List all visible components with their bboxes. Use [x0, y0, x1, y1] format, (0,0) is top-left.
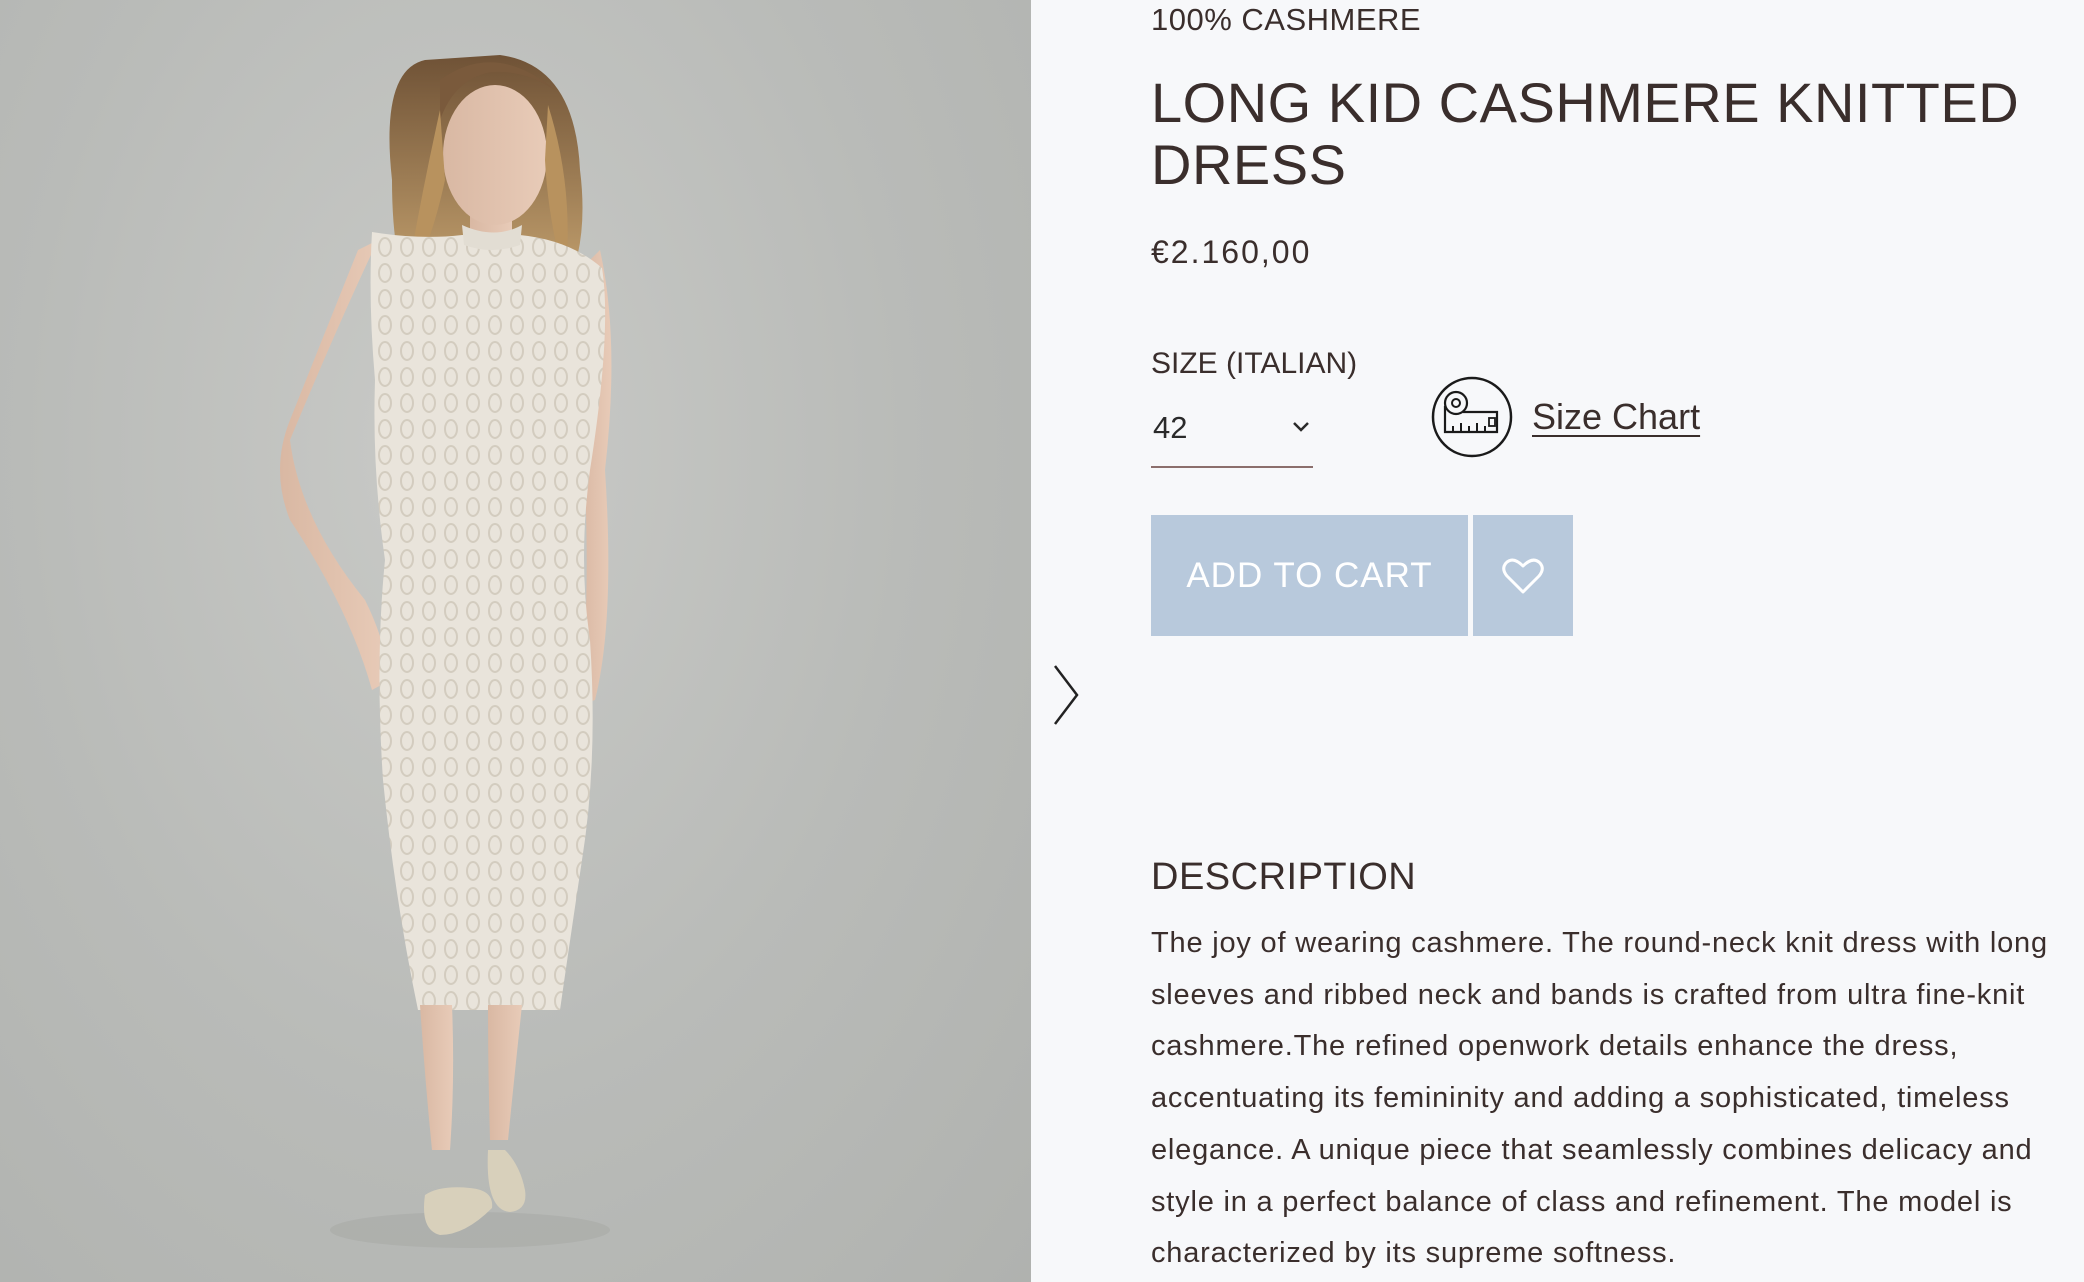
heart-icon	[1502, 558, 1544, 593]
description-text: The joy of wearing cashmere. The round-n…	[1151, 927, 2048, 1270]
product-image[interactable]	[0, 0, 1031, 1282]
size-chart-link[interactable]: Size Chart	[1532, 396, 1700, 438]
chevron-right-icon	[1054, 665, 1079, 725]
material-label: 100% CASHMERE	[1151, 2, 1422, 37]
model-illustration	[280, 55, 612, 1248]
gallery-next-button[interactable]	[1047, 660, 1087, 730]
measuring-tape-icon[interactable]	[1431, 376, 1513, 458]
size-label: SIZE (ITALIAN)	[1151, 347, 1358, 380]
chevron-down-icon	[1293, 422, 1309, 432]
add-to-cart-button[interactable]: ADD TO CART	[1151, 515, 1468, 636]
product-page: 100% CASHMERE LONG KID CASHMERE KNITTED …	[0, 0, 2084, 1282]
wishlist-button[interactable]	[1473, 515, 1573, 636]
size-select[interactable]: 42	[1151, 400, 1313, 468]
product-price: €2.160,00	[1151, 234, 1312, 270]
description-heading: DESCRIPTION	[1151, 856, 1417, 898]
product-title: LONG KID CASHMERE KNITTED DRESS	[1151, 71, 2020, 196]
size-selected-value: 42	[1153, 410, 1188, 445]
